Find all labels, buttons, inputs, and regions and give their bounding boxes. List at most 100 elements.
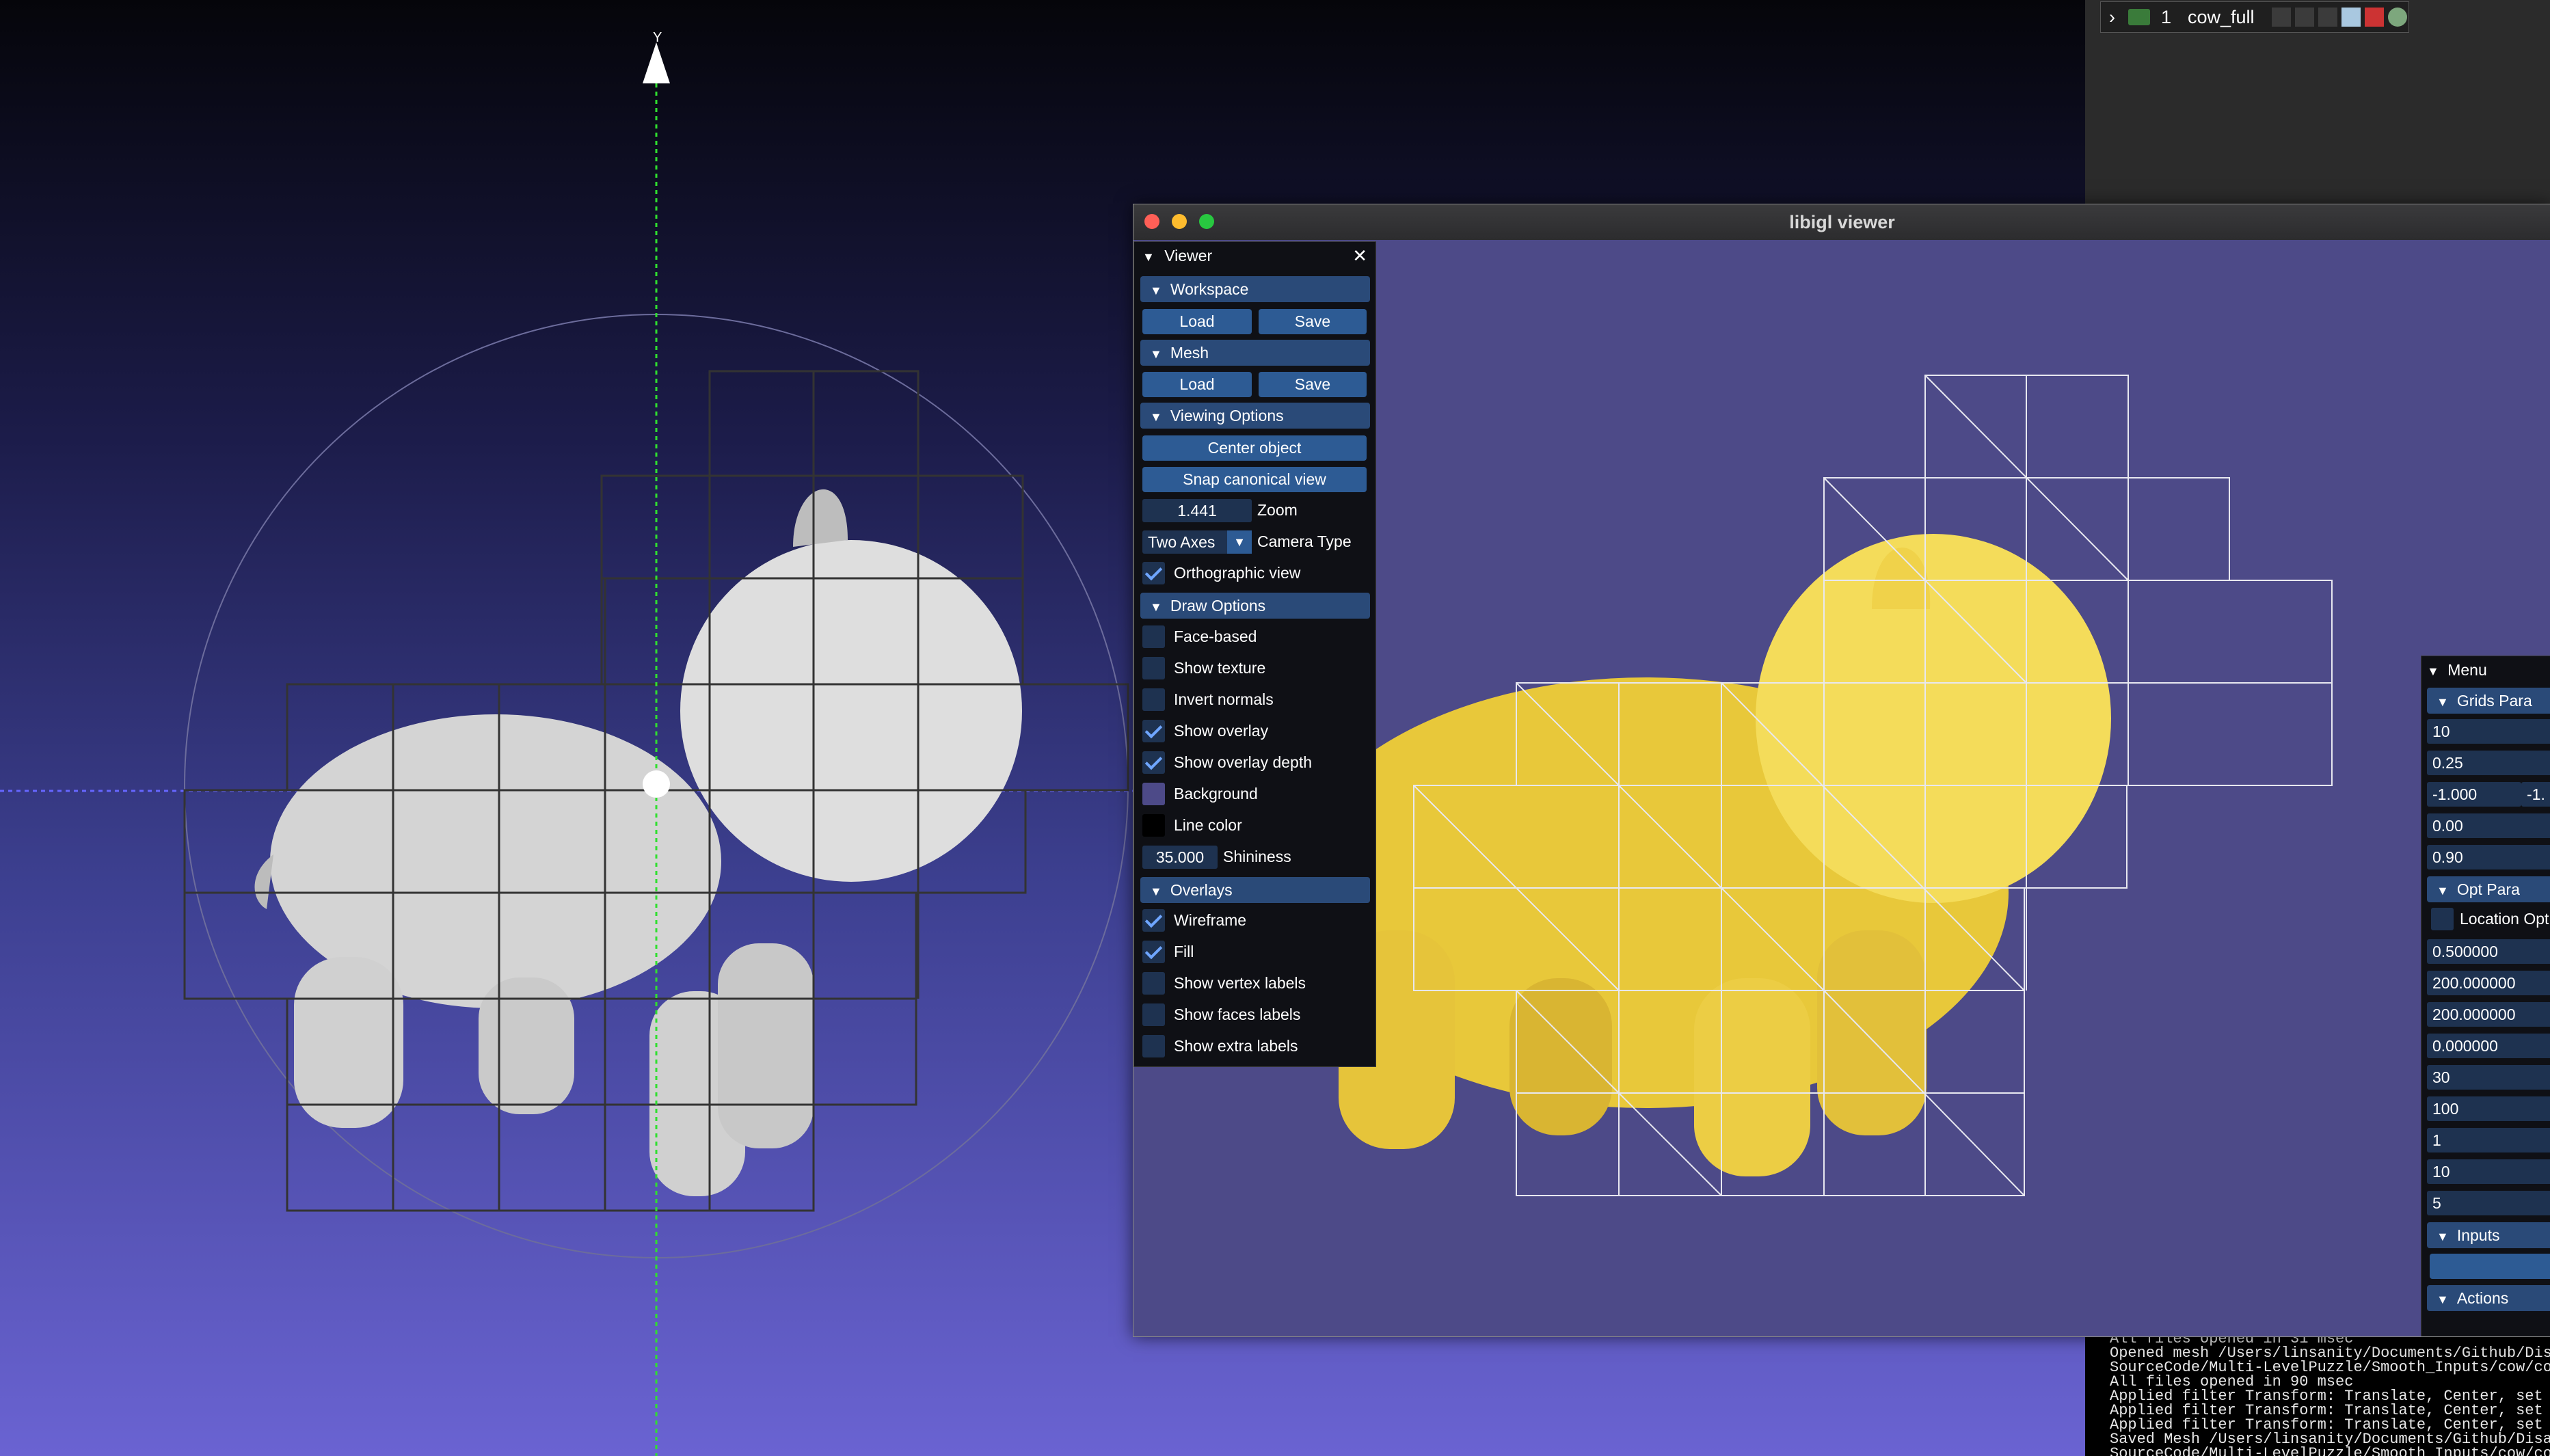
shininess-label: Shininess <box>1223 848 1291 865</box>
show-overlay-checkbox[interactable] <box>1142 720 1165 742</box>
inputs-button[interactable] <box>2430 1254 2550 1279</box>
layer-tool-icon[interactable] <box>2272 8 2291 27</box>
opt-field[interactable]: 1 <box>2427 1128 2550 1152</box>
dropdown-arrow-icon[interactable]: ▼ <box>1227 530 1252 554</box>
show-texture-checkbox[interactable] <box>1142 657 1165 679</box>
orthographic-view-label: Orthographic view <box>1174 564 1301 582</box>
log-line: Opened mesh /Users/linsanity/Documents/G… <box>2110 1345 2550 1362</box>
faces-labels-checkbox[interactable] <box>1142 1003 1165 1026</box>
log-line: SourceCode/Multi-LevelPuzzle/Smooth_Inpu… <box>2110 1359 2550 1376</box>
header-label: Inputs <box>2456 1226 2500 1244</box>
mesh-header[interactable]: ▼ Mesh <box>1140 340 1370 366</box>
menu-panel[interactable]: ▼ Menu ▼ Grids Para 10 0.25 -1.000 -1. 0.… <box>2421 656 2550 1336</box>
log-line: Applied filter Transform: Translate, Cen… <box>2110 1388 2550 1405</box>
workspace-header[interactable]: ▼ Workspace <box>1140 276 1370 302</box>
opt-field[interactable]: 200.000000 <box>2427 971 2550 995</box>
invert-normals-checkbox[interactable] <box>1142 688 1165 711</box>
vertex-labels-checkbox[interactable] <box>1142 972 1165 995</box>
face-based-checkbox[interactable] <box>1142 625 1165 648</box>
menu-panel-titlebar[interactable]: ▼ Menu <box>2421 656 2550 684</box>
grid-field[interactable]: -1. <box>2521 782 2550 807</box>
opt-field[interactable]: 100 <box>2427 1096 2550 1121</box>
log-line: All files opened in 90 msec <box>2110 1373 2354 1390</box>
mesh-load-button[interactable]: Load <box>1142 372 1252 397</box>
background-color-swatch[interactable] <box>1142 783 1165 805</box>
mesh-save-button[interactable]: Save <box>1259 372 1367 397</box>
collapse-triangle-icon[interactable]: ▼ <box>2427 664 2439 678</box>
color-icon[interactable] <box>2365 8 2384 27</box>
grid-field[interactable]: 0.25 <box>2427 751 2550 775</box>
viewer-panel-titlebar[interactable]: ▼ Viewer ✕ <box>1134 242 1375 269</box>
location-opt-checkbox[interactable] <box>2431 908 2454 930</box>
layer-row[interactable]: › 1 cow_full <box>2100 1 2409 33</box>
layer-name[interactable]: cow_full <box>2188 2 2255 32</box>
orthographic-view-checkbox[interactable] <box>1142 562 1165 584</box>
overlays-header[interactable]: ▼ Overlays <box>1140 877 1370 903</box>
viewing-options-header[interactable]: ▼ Viewing Options <box>1140 403 1370 429</box>
location-opt-label: Location Opt <box>2460 910 2549 928</box>
clock-icon[interactable] <box>2388 8 2407 27</box>
show-overlay-depth-checkbox[interactable] <box>1142 751 1165 774</box>
fill-checkbox[interactable] <box>1142 941 1165 963</box>
grid-field[interactable]: 0.90 <box>2427 845 2550 869</box>
camera-type-select[interactable]: Two Axes ▼ <box>1142 530 1252 554</box>
draw-options-header[interactable]: ▼ Draw Options <box>1140 593 1370 619</box>
grid-field[interactable]: 10 <box>2427 719 2550 744</box>
collapse-triangle-icon: ▼ <box>2437 1293 2449 1306</box>
log-panel: All files opened in 31 msec Opened mesh … <box>2085 1332 2550 1456</box>
shininess-input[interactable]: 35.000 <box>1142 846 1218 869</box>
window-titlebar[interactable]: libigl viewer <box>1133 204 2550 241</box>
eye-visibility-icon[interactable] <box>2128 9 2150 25</box>
collapse-triangle-icon: ▼ <box>2437 1230 2449 1243</box>
collapse-triangle-icon: ▼ <box>1150 410 1162 424</box>
close-icon[interactable]: ✕ <box>1352 242 1367 269</box>
collapse-triangle-icon: ▼ <box>1150 885 1162 898</box>
zoom-label: Zoom <box>1257 501 1298 519</box>
libigl-viewer-window[interactable]: libigl viewer ▼ Viewer ✕ ▼ Workspace Loa… <box>1133 204 2550 1337</box>
workspace-load-button[interactable]: Load <box>1142 309 1252 334</box>
viewer-panel-title: Viewer <box>1164 247 1213 265</box>
log-line: Applied filter Transform: Translate, Cen… <box>2110 1416 2550 1433</box>
workspace-save-button[interactable]: Save <box>1259 309 1367 334</box>
collapse-triangle-icon: ▼ <box>1150 284 1162 297</box>
gray-cow-mesh <box>254 489 1022 1196</box>
igl-3d-canvas[interactable]: ▼ Viewer ✕ ▼ Workspace Load Save ▼ Mesh Lo… <box>1133 240 2550 1336</box>
grid-field[interactable]: -1.000 <box>2427 782 2521 807</box>
camera-type-label: Camera Type <box>1257 532 1352 550</box>
wireframe-checkbox[interactable] <box>1142 909 1165 932</box>
log-line: Applied filter Transform: Translate, Cen… <box>2110 1402 2550 1419</box>
invert-normals-label: Invert normals <box>1174 690 1274 708</box>
texture-icon[interactable] <box>2341 8 2361 27</box>
menu-panel-title: Menu <box>2447 661 2487 679</box>
opt-field[interactable]: 10 <box>2427 1159 2550 1184</box>
grids-para-header[interactable]: ▼ Grids Para <box>2427 688 2550 714</box>
inputs-header[interactable]: ▼ Inputs <box>2427 1222 2550 1248</box>
grid-field[interactable]: 0.00 <box>2427 813 2550 838</box>
header-label: Opt Para <box>2456 880 2520 898</box>
opt-field[interactable]: 0.500000 <box>2427 939 2550 964</box>
log-line: Saved Mesh /Users/linsanity/Documents/Gi… <box>2110 1431 2550 1448</box>
viewer-panel[interactable]: ▼ Viewer ✕ ▼ Workspace Load Save ▼ Mesh Lo… <box>1133 241 1376 1067</box>
expand-chevron-icon[interactable]: › <box>2109 2 2115 32</box>
line-color-label: Line color <box>1174 816 1242 834</box>
show-overlay-depth-label: Show overlay depth <box>1174 753 1313 771</box>
snap-canonical-view-button[interactable]: Snap canonical view <box>1142 467 1367 492</box>
zoom-input[interactable]: 1.441 <box>1142 499 1252 522</box>
opt-para-header[interactable]: ▼ Opt Para <box>2427 876 2550 902</box>
center-object-button[interactable]: Center object <box>1142 435 1367 461</box>
show-overlay-label: Show overlay <box>1174 722 1269 740</box>
collapse-triangle-icon[interactable]: ▼ <box>1142 250 1155 264</box>
opt-field[interactable]: 30 <box>2427 1065 2550 1090</box>
header-label: Actions <box>2456 1289 2509 1307</box>
actions-header[interactable]: ▼ Actions <box>2427 1285 2550 1311</box>
opt-field[interactable]: 0.000000 <box>2427 1034 2550 1058</box>
extra-labels-checkbox[interactable] <box>1142 1035 1165 1057</box>
opt-field[interactable]: 200.000000 <box>2427 1002 2550 1027</box>
layer-index: 1 <box>2161 7 2172 27</box>
line-color-swatch[interactable] <box>1142 814 1165 837</box>
layer-tool-icon[interactable] <box>2295 8 2314 27</box>
layer-tool-icon[interactable] <box>2318 8 2337 27</box>
log-line: SourceCode/Multi-LevelPuzzle/Smooth_Inpu… <box>2110 1445 2550 1456</box>
opt-field[interactable]: 5 <box>2427 1191 2550 1215</box>
window-title: libigl viewer <box>1789 212 1895 232</box>
